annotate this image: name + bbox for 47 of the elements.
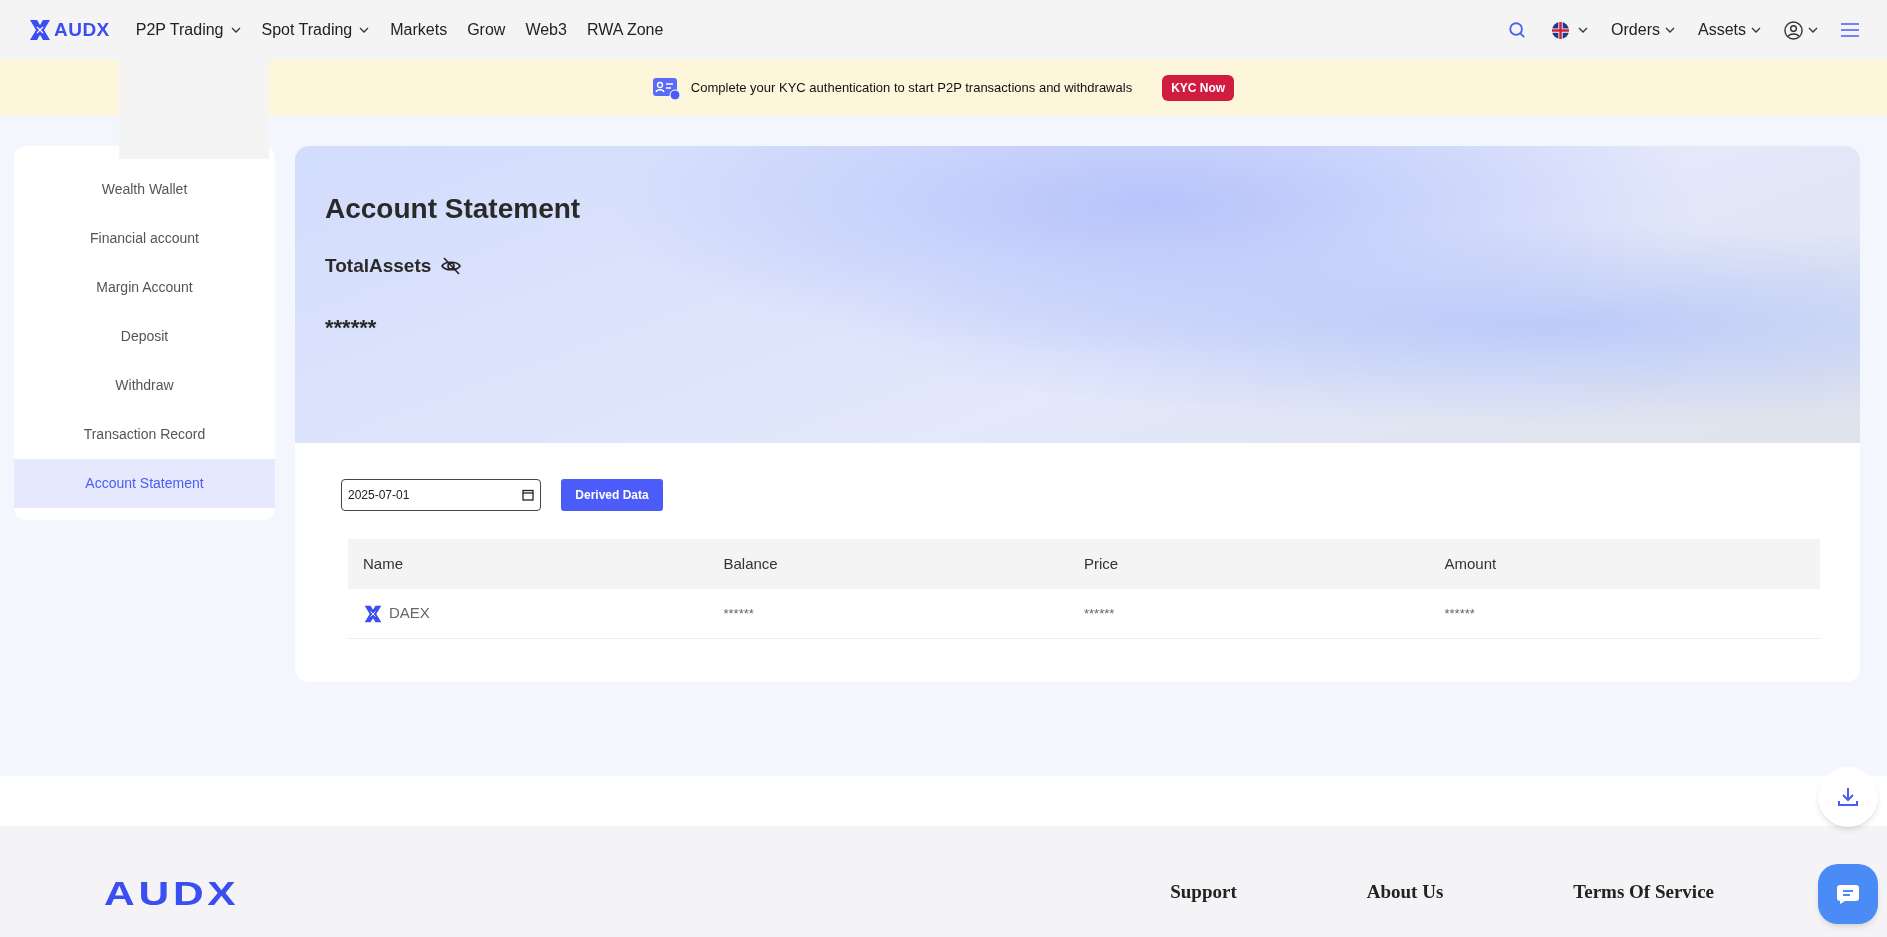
flag-icon[interactable] (1552, 21, 1570, 39)
chat-icon (1836, 883, 1860, 905)
column-header: Price (1084, 553, 1120, 574)
search-icon[interactable] (1508, 21, 1527, 39)
footer-heading[interactable]: Terms Of Service (1573, 878, 1714, 907)
nav-menu-item[interactable]: RWA Zone (576, 18, 674, 42)
id-card-icon (652, 76, 681, 100)
date-field[interactable]: 2025-07-01 (341, 479, 541, 511)
nav-menu-item[interactable]: Orders (1611, 18, 1676, 42)
table-cell-text: ****** (1084, 604, 1116, 623)
user-icon[interactable] (1784, 20, 1803, 40)
nav-menu-item[interactable]: Markets (380, 18, 458, 42)
nav-menu-item[interactable]: P2P Trading (125, 18, 252, 42)
sidebar-item[interactable]: Withdraw (14, 361, 275, 410)
download-icon (1836, 785, 1860, 809)
derived-data-button[interactable]: Derived Data (561, 479, 663, 511)
sidebar-item[interactable]: Deposit (14, 312, 275, 361)
footer-heading[interactable]: About Us (1366, 878, 1444, 907)
total-assets-label: TotalAssets (325, 254, 432, 278)
footer-logo[interactable]: AUDX (104, 876, 240, 910)
nav-menu-item[interactable]: Web3 (515, 18, 577, 42)
eye-off-icon[interactable] (441, 257, 462, 276)
sidebar-item[interactable]: Transaction Record (14, 410, 275, 459)
table-cell-text: ****** (723, 604, 755, 623)
x-logo-icon (28, 18, 52, 42)
x-logo-icon (363, 603, 383, 624)
column-header: Name (363, 553, 404, 574)
brand-logo[interactable]: AUDX (54, 15, 110, 45)
sidebar-item[interactable]: Account Statement (14, 459, 275, 508)
menu-icon[interactable] (1841, 23, 1859, 37)
page-title: Account Statement (325, 192, 582, 226)
kyc-message: Complete your KYC authentication to start P2P transactions and withdrawals (690, 79, 1133, 98)
chat-button[interactable] (1818, 864, 1878, 924)
nav-menu-item[interactable]: Spot Trading (251, 18, 381, 42)
footer-heading[interactable]: Support (1170, 878, 1237, 907)
calendar-icon (522, 489, 534, 501)
column-header: Amount (1444, 553, 1498, 574)
sidebar-item[interactable]: Financial account (14, 214, 275, 263)
kyc-now-button[interactable]: KYC Now (1162, 75, 1235, 101)
table-cell-text: DAEX (389, 603, 430, 624)
nav-menu-item[interactable]: Grow (457, 18, 516, 42)
table-cell-text: ****** (1444, 604, 1476, 623)
nav-menu-item[interactable]: Assets (1698, 18, 1762, 42)
sidebar-item[interactable]: Wealth Wallet (14, 165, 275, 214)
total-assets-value: ****** (325, 313, 378, 342)
column-header: Balance (723, 553, 779, 574)
sidebar-item[interactable]: Margin Account (14, 263, 275, 312)
